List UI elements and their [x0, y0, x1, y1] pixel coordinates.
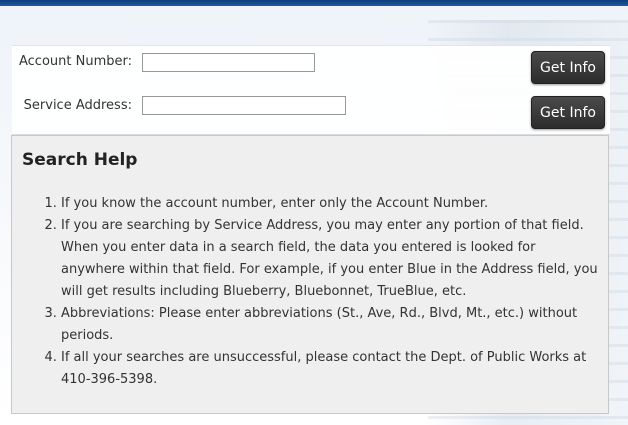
service-address-input[interactable]	[142, 96, 346, 115]
account-get-info-button[interactable]: Get Info	[531, 51, 605, 84]
help-item: Abbreviations: Please enter abbreviation…	[61, 303, 601, 347]
service-address-row: Service Address: Get Info	[12, 90, 610, 135]
service-address-label: Service Address:	[23, 98, 132, 113]
account-number-row: Account Number: Get Info	[12, 45, 610, 91]
account-number-input[interactable]	[142, 53, 315, 72]
search-help-panel: Search Help If you know the account numb…	[11, 135, 609, 414]
help-item: If all your searches are unsuccessful, p…	[61, 347, 601, 391]
top-banner-bar	[0, 0, 628, 6]
help-item: If you know the account number, enter on…	[61, 193, 601, 215]
account-number-label: Account Number:	[19, 54, 132, 69]
help-item: If you are searching by Service Address,…	[61, 215, 601, 303]
address-get-info-button[interactable]: Get Info	[531, 96, 605, 129]
search-help-list: If you know the account number, enter on…	[22, 193, 601, 391]
search-help-title: Search Help	[22, 150, 138, 170]
